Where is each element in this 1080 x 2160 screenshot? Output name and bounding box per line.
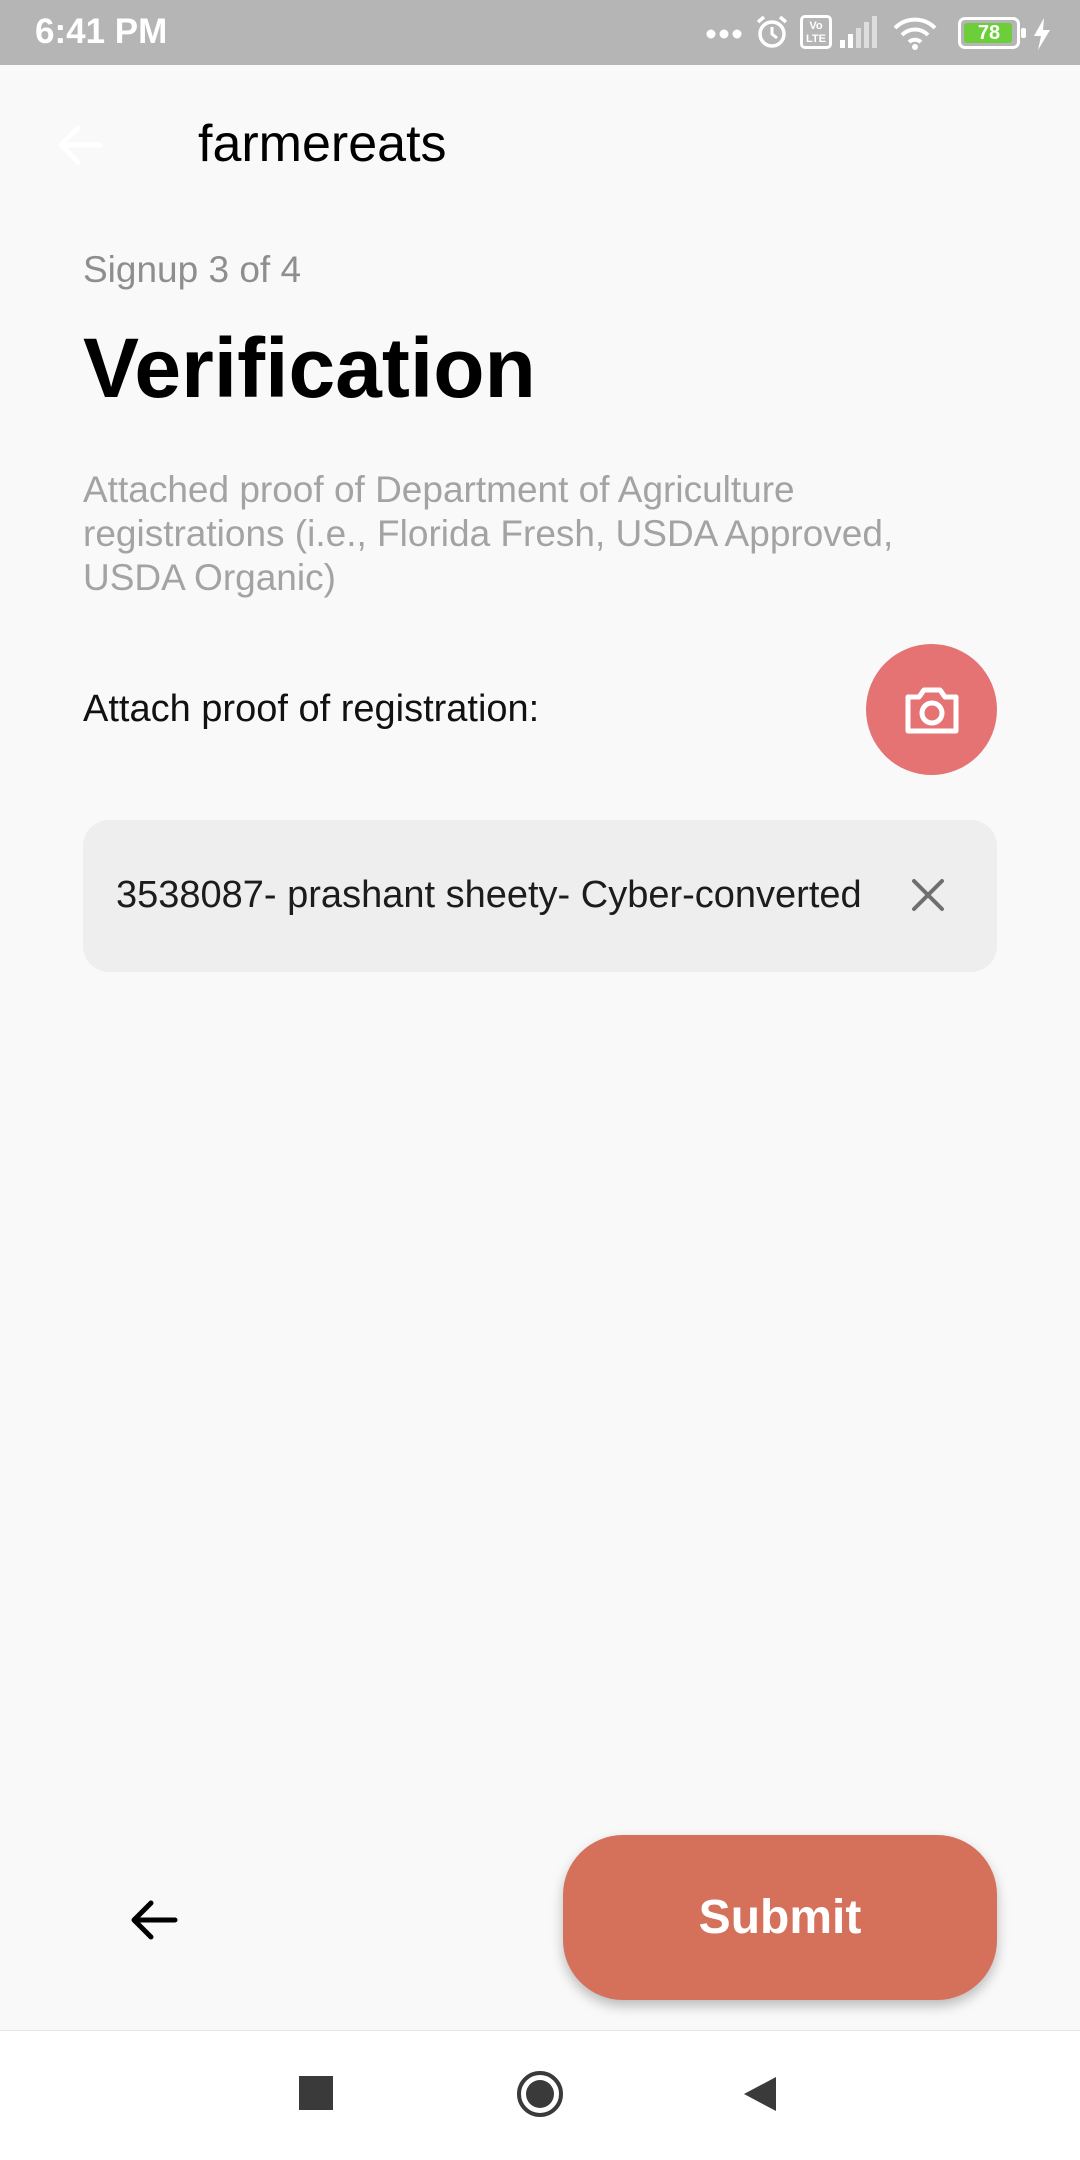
attached-file-chip: 3538087- prashant sheety- Cyber-converte…	[83, 820, 997, 972]
camera-button[interactable]	[866, 644, 997, 775]
arrow-left-icon[interactable]	[50, 115, 110, 175]
status-icons: Vo LTE 78	[700, 10, 1065, 56]
attached-file-name: 3538087- prashant sheety- Cyber-converte…	[116, 874, 862, 916]
volte-icon: Vo LTE	[800, 15, 832, 49]
battery-icon: 78	[958, 17, 1026, 49]
signup-verification-screen: 6:41 PM Vo LTE 78 farmereats Signup 3 of…	[0, 0, 1080, 2160]
home-icon[interactable]	[516, 2070, 564, 2118]
attach-proof-label: Attach proof of registration:	[83, 688, 540, 730]
back-triangle-icon[interactable]	[742, 2075, 778, 2113]
status-bar: 6:41 PM Vo LTE 78	[0, 0, 1080, 65]
app-title: farmereats	[198, 115, 447, 173]
battery-level: 78	[977, 22, 1001, 44]
charging-icon	[1034, 18, 1050, 50]
more-dots-icon	[706, 29, 742, 39]
status-time: 6:41 PM	[35, 12, 168, 51]
page-title: Verification	[83, 321, 536, 415]
alarm-icon	[756, 15, 788, 48]
battery-tip	[1021, 28, 1026, 38]
step-indicator: Signup 3 of 4	[83, 249, 302, 290]
recent-apps-icon[interactable]	[299, 2076, 333, 2110]
description-text: Attached proof of Department of Agricult…	[83, 469, 894, 598]
arrow-left-icon[interactable]	[125, 1890, 185, 1950]
wifi-icon	[893, 17, 937, 50]
close-icon[interactable]	[903, 870, 953, 920]
camera-icon	[905, 687, 958, 733]
submit-button[interactable]: Submit	[563, 1835, 997, 2000]
navigation-bar	[0, 2030, 1080, 2160]
signal-icon	[840, 16, 877, 48]
